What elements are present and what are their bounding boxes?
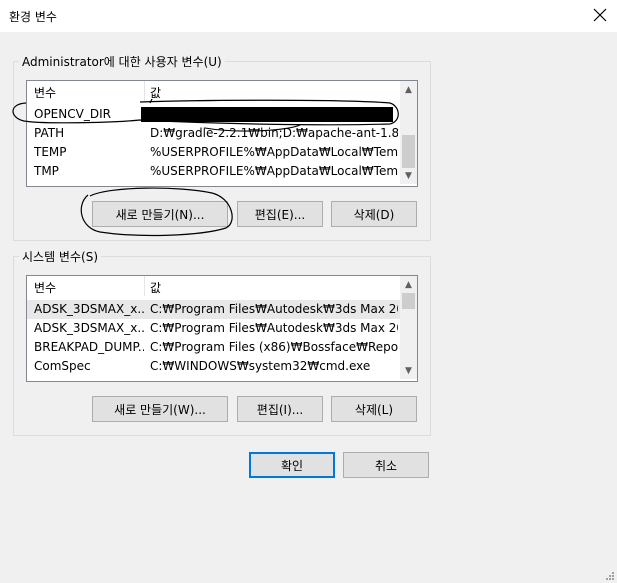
scroll-down-icon[interactable]: ▼ bbox=[400, 167, 417, 184]
table-row[interactable]: PATH D:₩gradle-2.2.1₩bin;D:₩apache-ant-1… bbox=[27, 124, 400, 143]
table-row[interactable]: TMP %USERPROFILE%₩AppData₩Local₩Temp bbox=[27, 162, 400, 181]
user-edit-button[interactable]: 편집(E)... bbox=[237, 201, 323, 227]
table-row[interactable]: ADSK_3DSMAX_x... C:₩Program Files₩Autode… bbox=[27, 319, 400, 338]
close-icon[interactable] bbox=[591, 6, 609, 24]
row-variable-name: PATH bbox=[34, 126, 65, 140]
row-variable-name: TMP bbox=[34, 164, 59, 178]
user-delete-button[interactable]: 삭제(D) bbox=[331, 201, 417, 227]
row-variable-name: BREAKPAD_DUMP... bbox=[34, 340, 144, 354]
column-header-variable[interactable]: 변수 bbox=[34, 279, 56, 296]
table-row[interactable]: OPENCV_DIR bbox=[27, 105, 400, 124]
system-variables-scrollbar[interactable]: ▲ ▼ bbox=[400, 276, 417, 379]
scroll-thumb[interactable] bbox=[402, 293, 415, 309]
user-variables-group-label: Administrator에 대한 사용자 변수(U) bbox=[19, 53, 225, 70]
row-variable-value: C:₩Program Files₩Autodesk₩3ds Max 201... bbox=[150, 302, 398, 316]
system-variables-group-label: 시스템 변수(S) bbox=[19, 248, 101, 265]
window-title: 환경 변수 bbox=[9, 10, 57, 24]
system-new-button[interactable]: 새로 만들기(W)... bbox=[92, 396, 228, 422]
user-variables-list[interactable]: 변수 값 OPENCV_DIR PATH D:₩gradle-2.2.1₩bin… bbox=[26, 80, 418, 187]
row-variable-value: %USERPROFILE%₩AppData₩Local₩Temp bbox=[150, 164, 398, 178]
table-row[interactable]: ComSpec C:₩WINDOWS₩system32₩cmd.exe bbox=[27, 357, 400, 376]
row-variable-value: D:₩gradle-2.2.1₩bin;D:₩apache-ant-1.8.2.… bbox=[150, 126, 398, 140]
scroll-up-icon[interactable]: ▲ bbox=[400, 276, 417, 293]
scroll-thumb[interactable] bbox=[402, 135, 415, 168]
row-variable-value: C:₩Program Files (x86)₩Bossface₩Reports.… bbox=[150, 340, 398, 354]
row-variable-name: ADSK_3DSMAX_x... bbox=[34, 302, 144, 316]
column-header-variable[interactable]: 변수 bbox=[34, 84, 56, 101]
row-variable-name: ADSK_3DSMAX_x... bbox=[34, 321, 144, 335]
user-new-button[interactable]: 새로 만들기(N)... bbox=[92, 201, 228, 227]
ok-button[interactable]: 확인 bbox=[249, 452, 335, 478]
row-variable-value: C:₩WINDOWS₩system32₩cmd.exe bbox=[150, 359, 371, 373]
column-header-value[interactable]: 값 bbox=[150, 84, 161, 101]
row-variable-value: C:₩Program Files₩Autodesk₩3ds Max 201... bbox=[150, 321, 398, 335]
table-row[interactable]: TEMP %USERPROFILE%₩AppData₩Local₩Temp bbox=[27, 143, 400, 162]
row-variable-name: TEMP bbox=[34, 145, 67, 159]
user-variables-scrollbar[interactable]: ▲ ▼ bbox=[400, 81, 417, 184]
cancel-button[interactable]: 취소 bbox=[343, 452, 429, 478]
environment-variables-dialog: 환경 변수 Administrator에 대한 사용자 변수(U) 변수 값 O… bbox=[0, 0, 617, 583]
column-header-value[interactable]: 값 bbox=[150, 279, 161, 296]
system-edit-button[interactable]: 편집(I)... bbox=[237, 396, 323, 422]
system-variables-list[interactable]: 변수 값 ADSK_3DSMAX_x... C:₩Program Files₩A… bbox=[26, 275, 418, 382]
row-variable-value: %USERPROFILE%₩AppData₩Local₩Temp bbox=[150, 145, 398, 159]
scroll-down-icon[interactable]: ▼ bbox=[400, 362, 417, 379]
redacted-value bbox=[141, 107, 393, 122]
row-variable-name: OPENCV_DIR bbox=[34, 107, 111, 121]
system-variables-list-header: 변수 값 bbox=[27, 276, 400, 296]
title-bar: 환경 변수 bbox=[0, 0, 617, 32]
row-variable-name: ComSpec bbox=[34, 359, 91, 373]
user-variables-list-header: 변수 값 bbox=[27, 81, 400, 101]
system-delete-button[interactable]: 삭제(L) bbox=[331, 396, 417, 422]
table-row[interactable]: ADSK_3DSMAX_x... C:₩Program Files₩Autode… bbox=[27, 300, 400, 319]
scroll-up-icon[interactable]: ▲ bbox=[400, 81, 417, 98]
resize-grip-icon[interactable] bbox=[605, 571, 615, 581]
table-row[interactable]: BREAKPAD_DUMP... C:₩Program Files (x86)₩… bbox=[27, 338, 400, 357]
